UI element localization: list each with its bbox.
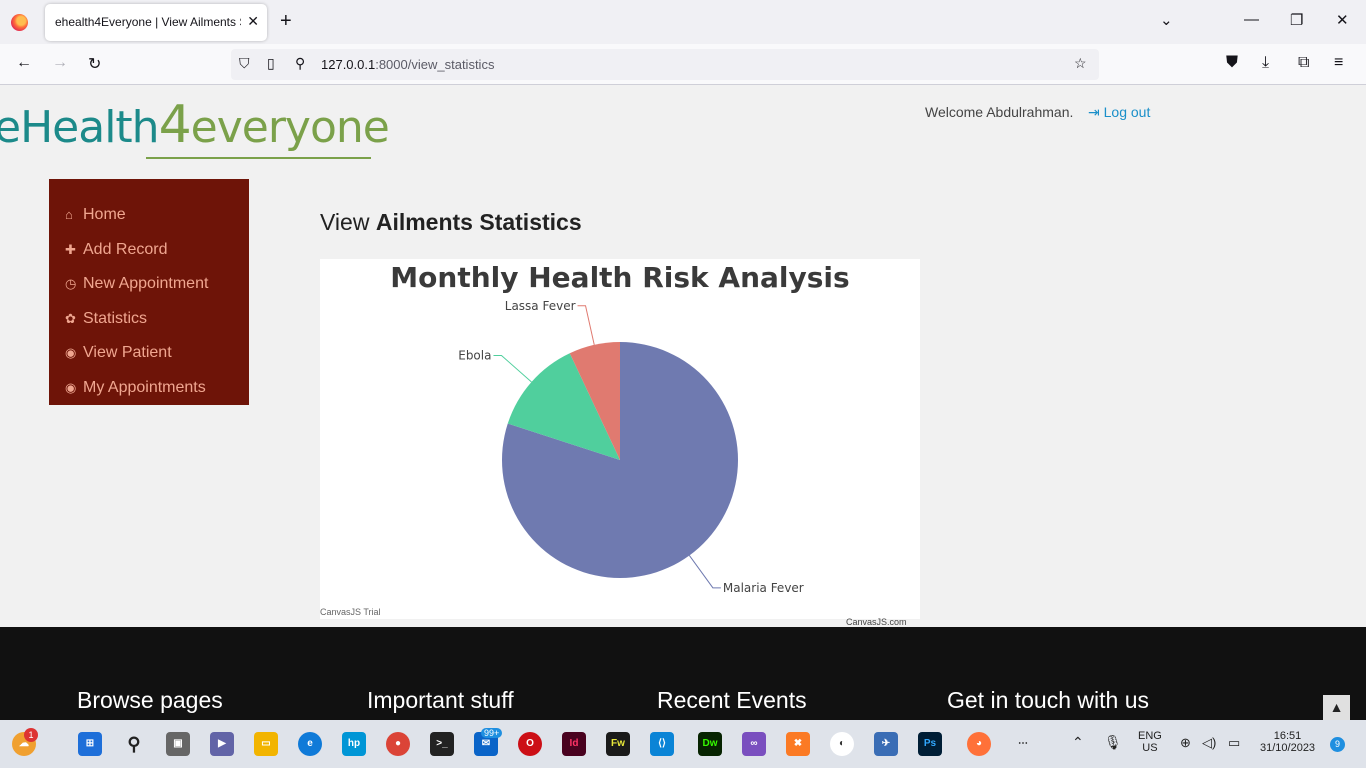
tab-list-icon[interactable]: ⌄ bbox=[1160, 11, 1173, 29]
file-explorer-icon[interactable]: ▭ bbox=[254, 732, 278, 756]
notification-badge[interactable]: 9 bbox=[1330, 737, 1345, 752]
page-content: eHealth4everyone Welcome Abdulrahman. ⇥ … bbox=[0, 85, 1366, 627]
clock[interactable]: 16:51 31/10/2023 bbox=[1260, 730, 1315, 754]
browser-nav-bar: ← → ↻ ⛉ ▯ ⚲ 127.0.0.1:8000/view_statisti… bbox=[0, 44, 1366, 85]
logout-link[interactable]: ⇥ Log out bbox=[1088, 104, 1150, 121]
new-tab-icon[interactable]: + bbox=[280, 10, 292, 33]
pie-leader-line bbox=[577, 305, 595, 345]
vscode-icon[interactable]: ⟨⟩ bbox=[650, 732, 674, 756]
menu-icon[interactable]: ≡ bbox=[1334, 54, 1343, 72]
footer-heading-important: Important stuff bbox=[367, 687, 514, 713]
pie-leader-line bbox=[493, 355, 532, 383]
pie-label: Lassa Fever bbox=[505, 299, 576, 313]
sidebar-item-new-appointment[interactable]: ◷ New Appointment bbox=[49, 275, 249, 310]
footer-heading-events: Recent Events bbox=[657, 687, 807, 713]
language-indicator[interactable]: ENG US bbox=[1138, 730, 1162, 754]
chrome-icon[interactable]: ● bbox=[386, 732, 410, 756]
sidebar: ⌂ Home ✚ Add Record ◷ New Appointment ✿ Stat… bbox=[49, 179, 249, 405]
footer-heading-contact: Get in touch with us bbox=[947, 687, 1149, 713]
opera-icon[interactable]: O bbox=[518, 732, 542, 756]
home-icon: ⌂ bbox=[65, 207, 73, 222]
footer: Browse pages Important stuff Recent Even… bbox=[0, 627, 1366, 720]
logout-icon: ⇥ bbox=[1088, 104, 1100, 120]
pie-label: Malaria Fever bbox=[723, 581, 804, 595]
terminal-icon[interactable]: >_ bbox=[430, 732, 454, 756]
pocket-icon[interactable]: ⛊ bbox=[1226, 54, 1238, 72]
restore-icon[interactable]: ❐ bbox=[1290, 11, 1303, 29]
indesign-icon[interactable]: Id bbox=[562, 732, 586, 756]
edge-icon[interactable]: e bbox=[298, 732, 322, 756]
search-icon[interactable]: ⚲ bbox=[122, 732, 146, 756]
minimize-icon[interactable]: — bbox=[1244, 11, 1259, 28]
pie-chart: Monthly Health Risk Analysis Malaria Fev… bbox=[320, 259, 920, 619]
pie-leader-line bbox=[688, 555, 721, 589]
sidebar-item-view-patient[interactable]: ◉ View Patient bbox=[49, 344, 249, 379]
welcome-text: Welcome Abdulrahman. bbox=[925, 104, 1074, 120]
windows-taskbar: ☁ 1 ⊞ ⚲ ▣ ▶ ▭ e hp ● >_ ✉ 99+ O Id Fw ⟨⟩… bbox=[0, 720, 1366, 768]
firefox-icon[interactable] bbox=[11, 14, 28, 31]
photoshop-icon[interactable]: Ps bbox=[918, 732, 942, 756]
mail-badge: 99+ bbox=[481, 728, 503, 738]
more-icon[interactable]: ⋯ bbox=[1011, 732, 1035, 756]
tab-close-icon[interactable]: ✕ bbox=[247, 13, 259, 30]
clock-icon: ◷ bbox=[65, 276, 77, 291]
task-view-icon[interactable]: ▣ bbox=[166, 732, 190, 756]
chart-trial-text: CanvasJS Trial bbox=[320, 607, 381, 617]
shield-icon[interactable]: ⛉ bbox=[239, 55, 250, 72]
firefox-taskbar-icon[interactable]: ◕ bbox=[967, 732, 991, 756]
chart-credit-link[interactable]: CanvasJS.com bbox=[846, 617, 907, 627]
teams-icon[interactable]: ▶ bbox=[210, 732, 234, 756]
back-icon[interactable]: ← bbox=[16, 54, 32, 72]
logo-underline bbox=[146, 157, 371, 159]
scroll-to-top-button[interactable]: ▲ bbox=[1323, 695, 1350, 720]
url-text[interactable]: 127.0.0.1:8000/view_statistics bbox=[321, 57, 494, 72]
extensions-icon[interactable]: ⧉ bbox=[1298, 54, 1309, 72]
close-window-icon[interactable]: ✕ bbox=[1336, 11, 1349, 29]
browser-tab[interactable]: ehealth4Everyone | View Ailments St ✕ bbox=[45, 4, 267, 41]
plus-icon: ✚ bbox=[65, 241, 76, 257]
start-icon[interactable]: ⊞ bbox=[78, 732, 102, 756]
forward-icon[interactable]: → bbox=[52, 54, 68, 72]
permissions-icon[interactable]: ⚲ bbox=[295, 55, 305, 72]
browser-tab-bar: ehealth4Everyone | View Ailments St ✕ + … bbox=[0, 0, 1366, 44]
volume-icon[interactable]: ◁) bbox=[1202, 735, 1216, 751]
network-icon[interactable]: ⊕ bbox=[1180, 735, 1191, 751]
page-icon[interactable]: ▯ bbox=[267, 55, 275, 72]
downloads-icon[interactable]: ⤓ bbox=[1262, 54, 1269, 72]
eye-icon: ◉ bbox=[65, 345, 77, 360]
myhp-icon[interactable]: hp bbox=[342, 732, 366, 756]
chevron-up-icon[interactable]: ⌃ bbox=[1072, 734, 1084, 751]
microphone-icon[interactable]: 🎙 bbox=[1104, 734, 1122, 751]
battery-icon[interactable]: ▭ bbox=[1228, 735, 1240, 751]
sidebar-item-my-appointments[interactable]: ◉ My Appointments bbox=[49, 379, 249, 414]
xampp-icon[interactable]: ✖ bbox=[786, 732, 810, 756]
eye-icon: ◉ bbox=[65, 379, 77, 395]
address-bar[interactable]: ⛉ ▯ ⚲ 127.0.0.1:8000/view_statistics ☆ bbox=[231, 49, 1099, 80]
app2-icon[interactable]: ✈ bbox=[874, 732, 898, 756]
visual-studio-icon[interactable]: ∞ bbox=[742, 732, 766, 756]
sidebar-item-add-record[interactable]: ✚ Add Record bbox=[49, 241, 249, 276]
site-logo[interactable]: eHealth4everyone bbox=[0, 95, 390, 155]
reload-icon[interactable]: ↻ bbox=[88, 54, 101, 74]
bookmark-star-icon[interactable]: ☆ bbox=[1074, 55, 1087, 72]
dreamweaver-icon[interactable]: Dw bbox=[698, 732, 722, 756]
sidebar-item-home[interactable]: ⌂ Home bbox=[49, 206, 249, 241]
fireworks-icon[interactable]: Fw bbox=[606, 732, 630, 756]
pie-chart-svg: Monthly Health Risk Analysis Malaria Fev… bbox=[390, 261, 849, 595]
app-icon[interactable]: ◐ bbox=[830, 732, 854, 756]
tab-title: ehealth4Everyone | View Ailments St bbox=[55, 15, 241, 29]
page-title: View Ailments Statistics bbox=[320, 209, 582, 235]
pie-label: Ebola bbox=[458, 349, 491, 363]
sidebar-item-statistics[interactable]: ✿ Statistics bbox=[49, 310, 249, 345]
chart-title: Monthly Health Risk Analysis bbox=[390, 261, 849, 294]
gear-icon: ✿ bbox=[65, 310, 76, 326]
footer-heading-browse: Browse pages bbox=[77, 687, 223, 713]
weather-badge: 1 bbox=[24, 728, 38, 742]
